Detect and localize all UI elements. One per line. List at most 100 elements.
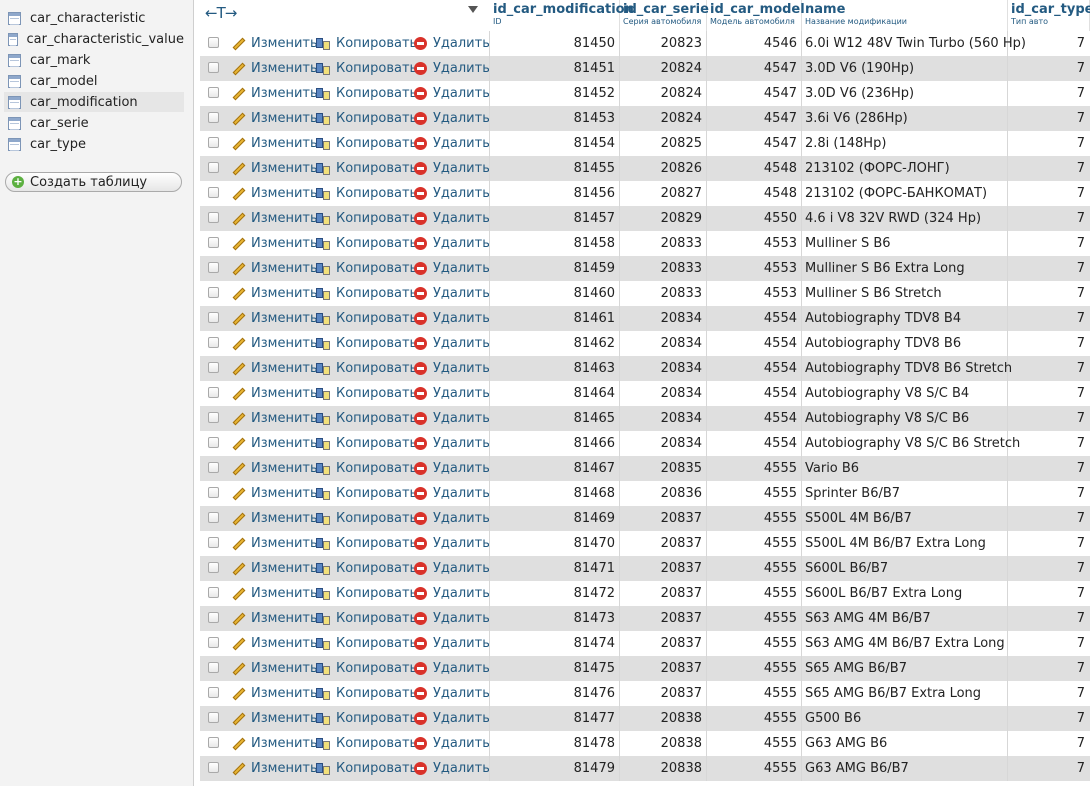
- cell-id-car-serie[interactable]: 20824: [620, 56, 702, 81]
- cell-id-car-model[interactable]: 4554: [707, 431, 797, 456]
- cell-id-car-model[interactable]: 4547: [707, 81, 797, 106]
- cell-id-car-type[interactable]: 7: [1008, 306, 1085, 331]
- cell-id-car-model[interactable]: 4555: [707, 606, 797, 631]
- copy-link[interactable]: Копировать: [316, 756, 417, 781]
- cell-id-car-serie[interactable]: 20829: [620, 206, 702, 231]
- delete-link[interactable]: Удалить: [414, 256, 490, 281]
- cell-id-car-serie[interactable]: 20834: [620, 406, 702, 431]
- cell-id-car-modification[interactable]: 81451: [490, 56, 615, 81]
- cell-id-car-type[interactable]: 7: [1008, 156, 1085, 181]
- cell-id-car-modification[interactable]: 81462: [490, 331, 615, 356]
- delete-link[interactable]: Удалить: [414, 456, 490, 481]
- column-title[interactable]: id_car_modification: [493, 3, 634, 17]
- cell-id-car-model[interactable]: 4555: [707, 481, 797, 506]
- cell-name[interactable]: S63 AMG 4M B6/B7 Extra Long: [805, 631, 1005, 656]
- delete-link[interactable]: Удалить: [414, 506, 490, 531]
- cell-id-car-serie[interactable]: 20825: [620, 131, 702, 156]
- cell-name[interactable]: Autobiography V8 S/C B6 Stretch: [805, 431, 1020, 456]
- cell-name[interactable]: 213102 (ФОРС-БАНКОМАТ): [805, 181, 987, 206]
- cell-id-car-serie[interactable]: 20837: [620, 581, 702, 606]
- cell-id-car-type[interactable]: 7: [1008, 331, 1085, 356]
- cell-id-car-serie[interactable]: 20834: [620, 431, 702, 456]
- row-checkbox[interactable]: [208, 362, 219, 373]
- delete-link[interactable]: Удалить: [414, 56, 490, 81]
- delete-link[interactable]: Удалить: [414, 681, 490, 706]
- cell-id-car-modification[interactable]: 81469: [490, 506, 615, 531]
- cell-id-car-model[interactable]: 4548: [707, 181, 797, 206]
- cell-id-car-type[interactable]: 7: [1008, 556, 1085, 581]
- cell-id-car-modification[interactable]: 81465: [490, 406, 615, 431]
- cell-id-car-modification[interactable]: 81472: [490, 581, 615, 606]
- delete-link[interactable]: Удалить: [414, 381, 490, 406]
- row-checkbox[interactable]: [208, 762, 219, 773]
- cell-id-car-modification[interactable]: 81458: [490, 231, 615, 256]
- sidebar-item-car-mark[interactable]: car_mark: [4, 50, 184, 70]
- delete-link[interactable]: Удалить: [414, 531, 490, 556]
- cell-id-car-type[interactable]: 7: [1008, 481, 1085, 506]
- edit-link[interactable]: Изменить: [232, 56, 318, 81]
- cell-id-car-type[interactable]: 7: [1008, 181, 1085, 206]
- cell-name[interactable]: 2.8i (148Hp): [805, 131, 886, 156]
- cell-id-car-serie[interactable]: 20837: [620, 631, 702, 656]
- cell-id-car-modification[interactable]: 81474: [490, 631, 615, 656]
- cell-id-car-modification[interactable]: 81467: [490, 456, 615, 481]
- row-checkbox[interactable]: [208, 337, 219, 348]
- cell-id-car-modification[interactable]: 81464: [490, 381, 615, 406]
- edit-link[interactable]: Изменить: [232, 381, 318, 406]
- delete-link[interactable]: Удалить: [414, 756, 490, 781]
- cell-id-car-type[interactable]: 7: [1008, 81, 1085, 106]
- cell-id-car-modification[interactable]: 81463: [490, 356, 615, 381]
- edit-link[interactable]: Изменить: [232, 256, 318, 281]
- delete-link[interactable]: Удалить: [414, 156, 490, 181]
- cell-id-car-model[interactable]: 4553: [707, 256, 797, 281]
- edit-link[interactable]: Изменить: [232, 406, 318, 431]
- cell-id-car-modification[interactable]: 81471: [490, 556, 615, 581]
- cell-id-car-serie[interactable]: 20823: [620, 31, 702, 56]
- edit-link[interactable]: Изменить: [232, 456, 318, 481]
- edit-link[interactable]: Изменить: [232, 81, 318, 106]
- row-checkbox[interactable]: [208, 512, 219, 523]
- row-checkbox[interactable]: [208, 37, 219, 48]
- cell-id-car-type[interactable]: 7: [1008, 656, 1085, 681]
- cell-id-car-serie[interactable]: 20833: [620, 281, 702, 306]
- edit-link[interactable]: Изменить: [232, 506, 318, 531]
- sidebar-item-car-serie[interactable]: car_serie: [4, 113, 184, 133]
- cell-id-car-serie[interactable]: 20837: [620, 556, 702, 581]
- cell-id-car-type[interactable]: 7: [1008, 256, 1085, 281]
- cell-id-car-serie[interactable]: 20835: [620, 456, 702, 481]
- cell-id-car-type[interactable]: 7: [1008, 431, 1085, 456]
- row-checkbox[interactable]: [208, 412, 219, 423]
- cell-id-car-modification[interactable]: 81459: [490, 256, 615, 281]
- cell-id-car-type[interactable]: 7: [1008, 756, 1085, 781]
- cell-id-car-modification[interactable]: 81478: [490, 731, 615, 756]
- cell-id-car-model[interactable]: 4555: [707, 706, 797, 731]
- copy-link[interactable]: Копировать: [316, 56, 417, 81]
- edit-link[interactable]: Изменить: [232, 206, 318, 231]
- edit-link[interactable]: Изменить: [232, 631, 318, 656]
- cell-id-car-model[interactable]: 4555: [707, 581, 797, 606]
- cell-id-car-type[interactable]: 7: [1008, 406, 1085, 431]
- cell-id-car-modification[interactable]: 81473: [490, 606, 615, 631]
- edit-link[interactable]: Изменить: [232, 281, 318, 306]
- cell-id-car-serie[interactable]: 20836: [620, 481, 702, 506]
- cell-id-car-modification[interactable]: 81455: [490, 156, 615, 181]
- cell-id-car-model[interactable]: 4547: [707, 56, 797, 81]
- row-checkbox[interactable]: [208, 87, 219, 98]
- cell-id-car-serie[interactable]: 20837: [620, 606, 702, 631]
- cell-id-car-type[interactable]: 7: [1008, 706, 1085, 731]
- delete-link[interactable]: Удалить: [414, 556, 490, 581]
- cell-id-car-serie[interactable]: 20824: [620, 106, 702, 131]
- delete-link[interactable]: Удалить: [414, 431, 490, 456]
- copy-link[interactable]: Копировать: [316, 156, 417, 181]
- cell-id-car-type[interactable]: 7: [1008, 106, 1085, 131]
- copy-link[interactable]: Копировать: [316, 206, 417, 231]
- cell-id-car-modification[interactable]: 81468: [490, 481, 615, 506]
- cell-id-car-serie[interactable]: 20827: [620, 181, 702, 206]
- row-checkbox[interactable]: [208, 437, 219, 448]
- cell-id-car-type[interactable]: 7: [1008, 531, 1085, 556]
- cell-name[interactable]: Sprinter B6/B7: [805, 481, 900, 506]
- cell-name[interactable]: 213102 (ФОРС-ЛОНГ): [805, 156, 950, 181]
- copy-link[interactable]: Копировать: [316, 456, 417, 481]
- row-checkbox[interactable]: [208, 162, 219, 173]
- cell-id-car-type[interactable]: 7: [1008, 456, 1085, 481]
